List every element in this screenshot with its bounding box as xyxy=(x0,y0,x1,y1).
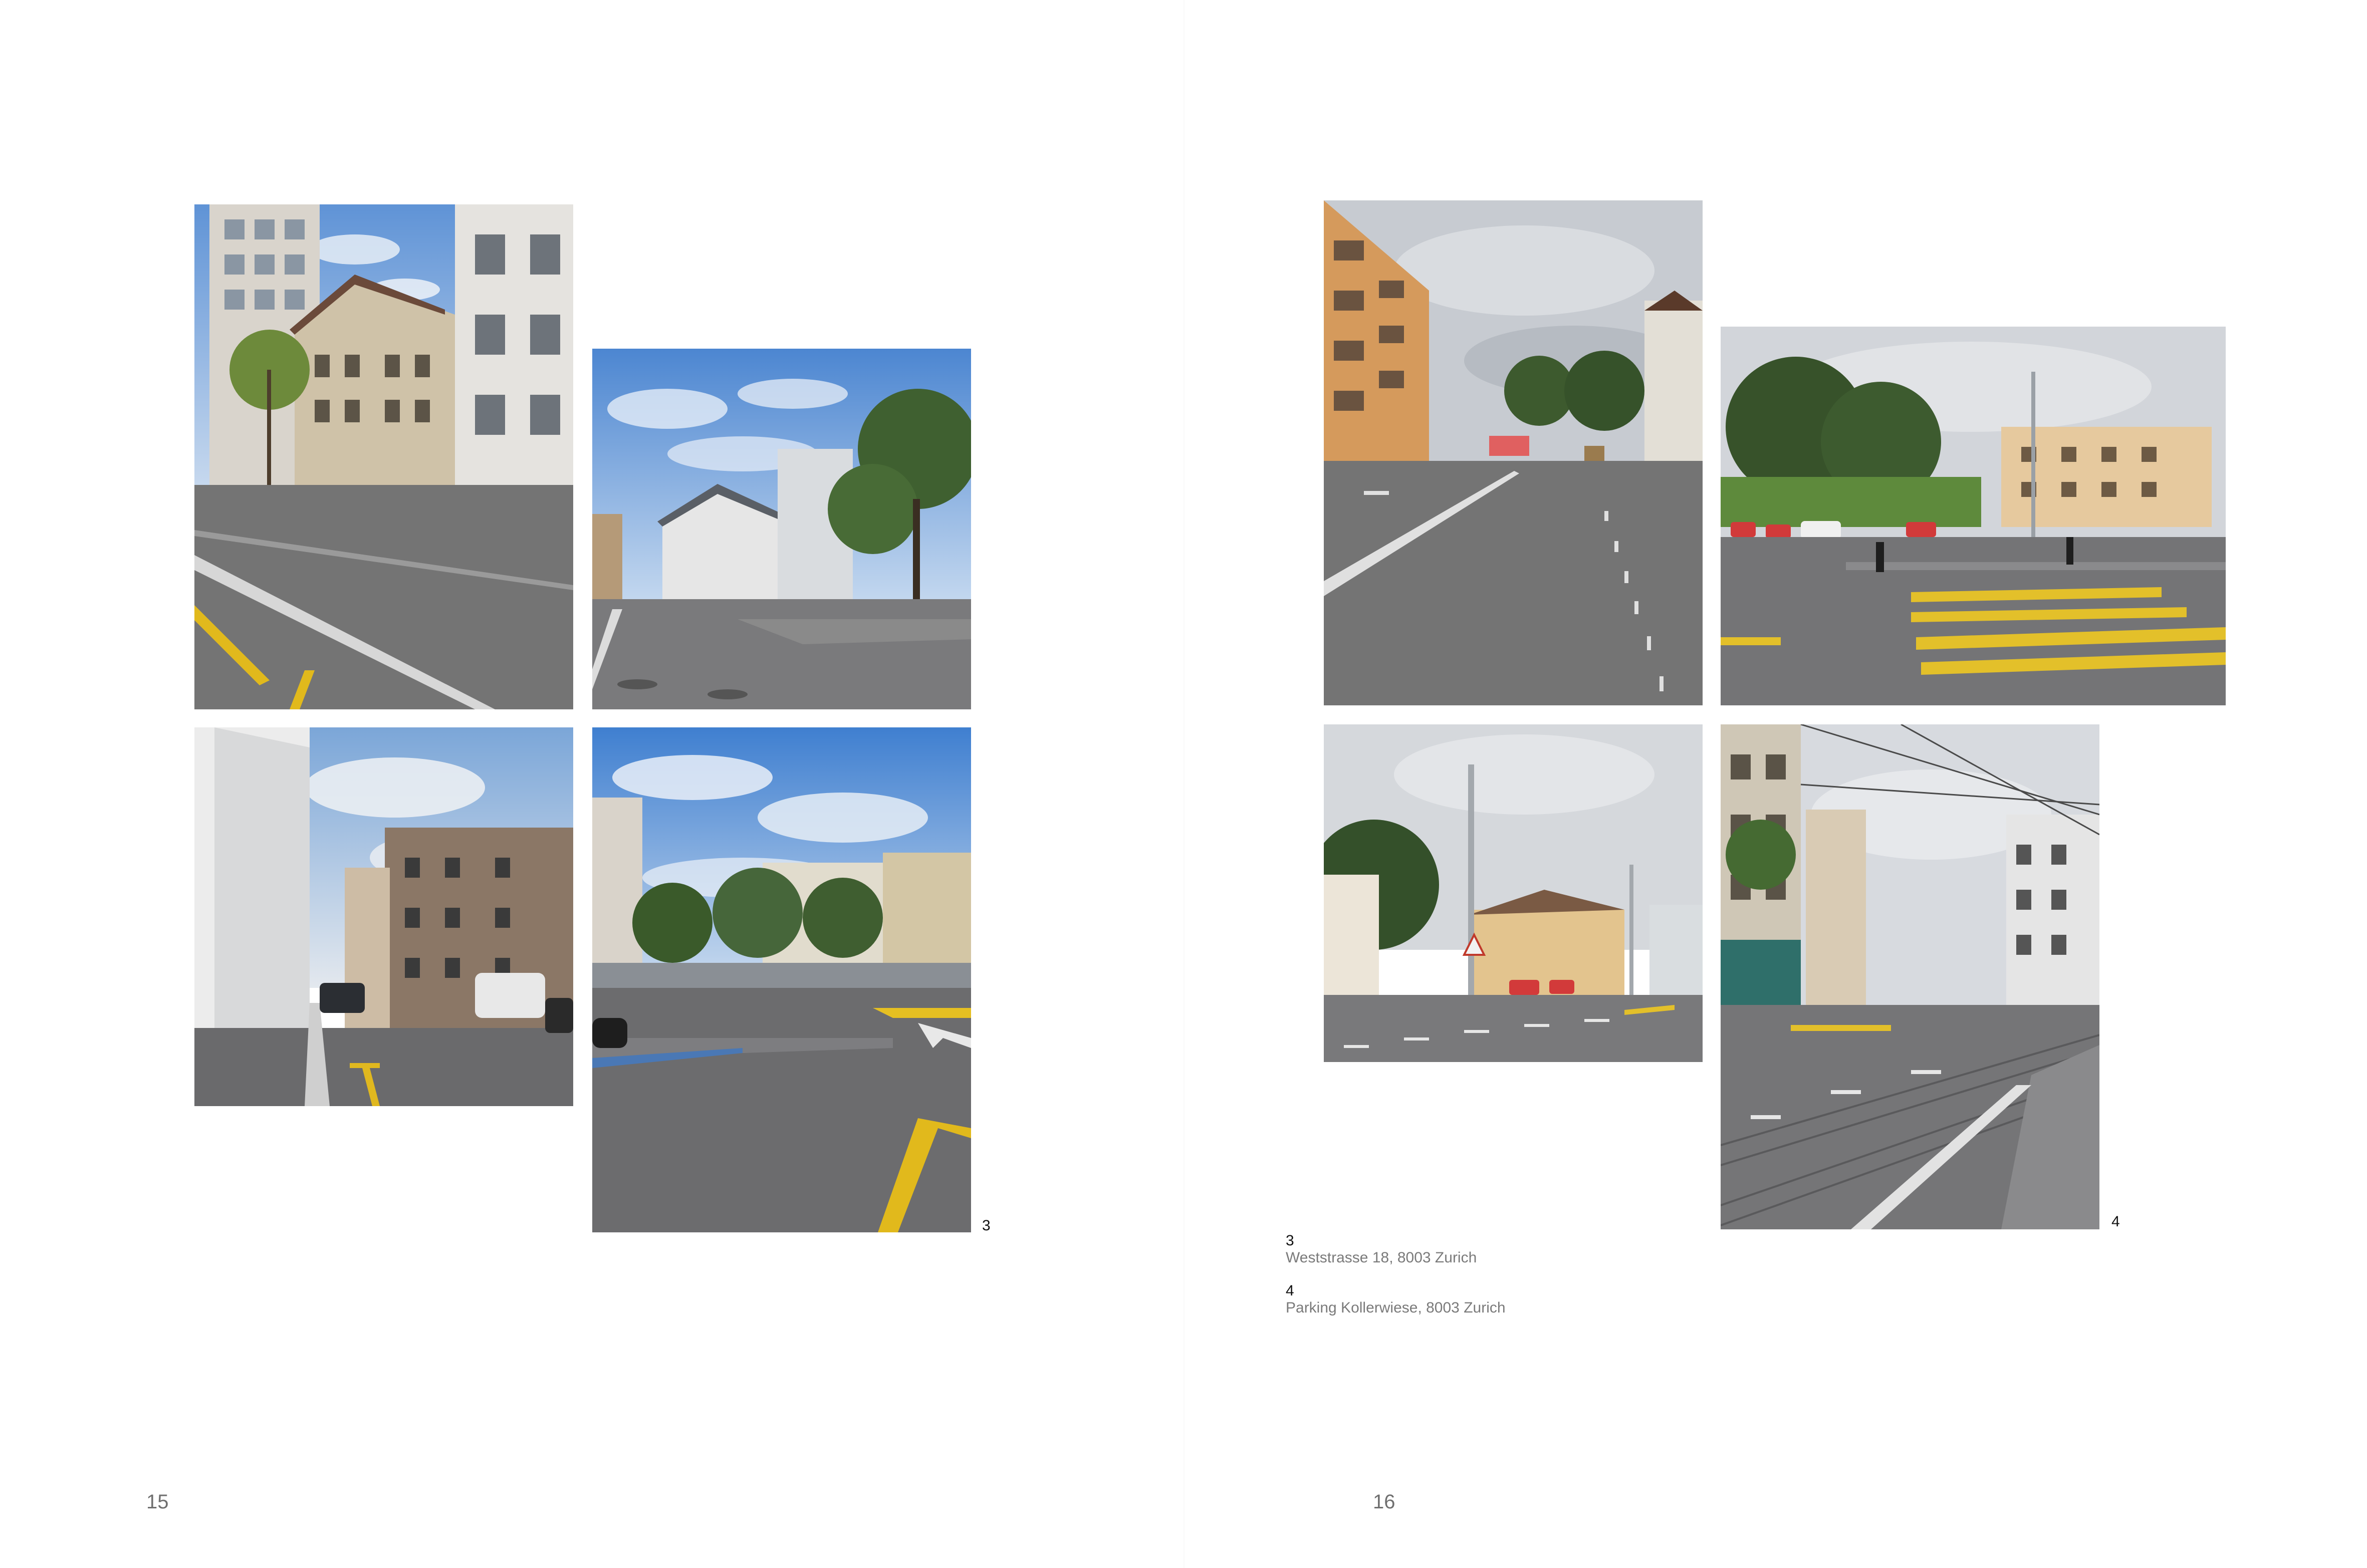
page-number: 15 xyxy=(146,1491,169,1513)
photo-intersection-trees xyxy=(592,349,971,709)
caption-number: 3 xyxy=(1286,1232,1294,1249)
photo-crosswalk xyxy=(1721,327,2226,705)
figure-number: 4 xyxy=(2111,1213,2120,1230)
photo-tram-street xyxy=(1721,724,2099,1229)
photo-intersection-pole xyxy=(1324,724,1703,1062)
caption-figure-4: 4 Parking Kollerwiese, 8003 Zurich xyxy=(1286,1282,1506,1317)
caption-figure-3: 3 Weststrasse 18, 8003 Zurich xyxy=(1286,1232,1477,1266)
figure-number: 3 xyxy=(982,1217,991,1234)
spread-gutter xyxy=(1184,0,1185,1568)
photo-street-parked-cars xyxy=(194,727,573,1106)
photo-square-parking xyxy=(592,727,971,1232)
caption-text: Weststrasse 18, 8003 Zurich xyxy=(1286,1249,1477,1266)
caption-text: Parking Kollerwiese, 8003 Zurich xyxy=(1286,1299,1506,1316)
photo-street-corner-tower xyxy=(194,204,573,709)
caption-number: 4 xyxy=(1286,1282,1294,1299)
photo-road-perspective xyxy=(1324,200,1703,705)
page-number: 16 xyxy=(1373,1491,1395,1513)
